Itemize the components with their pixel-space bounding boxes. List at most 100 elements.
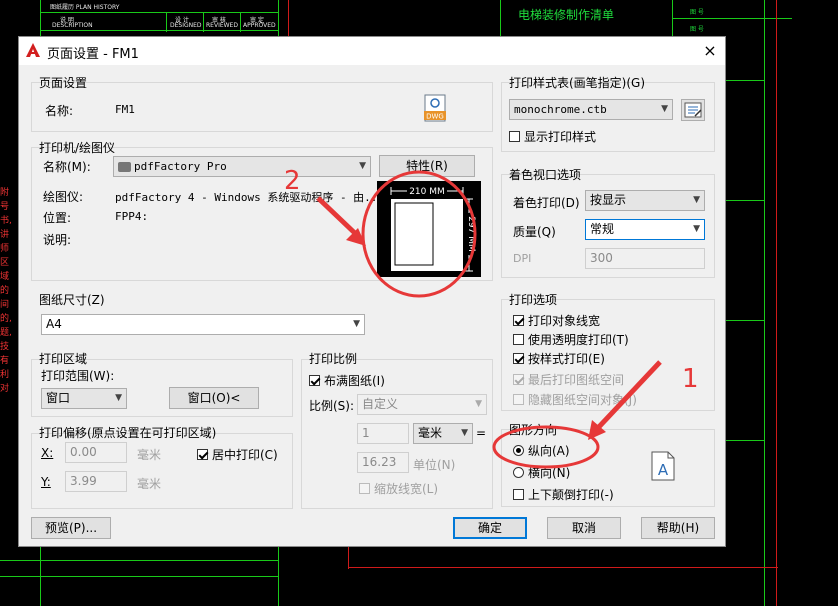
checkbox-box[interactable]: [513, 394, 524, 405]
checkbox-box[interactable]: [509, 131, 520, 142]
border-line: [348, 547, 349, 569]
radio-dot[interactable]: [513, 467, 524, 478]
chevron-down-icon: ▼: [359, 161, 366, 171]
fit-to-paper-label: 布满图纸(I): [324, 374, 385, 388]
border-line: [348, 567, 778, 568]
checkbox-box[interactable]: [309, 375, 320, 386]
fit-to-paper-checkbox[interactable]: 布满图纸(I): [309, 372, 385, 389]
drawing-number-label-2: 图 号: [690, 26, 704, 33]
dialog-titlebar: 页面设置 - FM1 ×: [19, 37, 725, 65]
offset-x-input[interactable]: 0.00: [65, 442, 127, 463]
cancel-button[interactable]: 取消: [547, 517, 621, 539]
edit-plot-style-button[interactable]: [681, 99, 705, 121]
paper-height-text: 297 MM: [466, 216, 476, 252]
dpi-label: DPI: [513, 252, 532, 265]
show-plot-styles-label: 显示打印样式: [524, 130, 597, 144]
window-button[interactable]: 窗口(O)<: [169, 387, 259, 409]
offset-y-input[interactable]: 3.99: [65, 471, 127, 492]
plot-with-styles-checkbox[interactable]: 按样式打印(E): [513, 350, 605, 367]
location-value: FPP4:: [115, 210, 149, 223]
grid-line: [764, 0, 765, 606]
description-header-en: DESCRIPTION: [52, 22, 93, 29]
chevron-down-icon: ▼: [115, 393, 122, 403]
center-plot-checkbox[interactable]: 居中打印(C): [197, 446, 278, 463]
quality-select[interactable]: 常规 ▼: [585, 219, 705, 240]
paper-size-label: 图纸尺寸(Z): [39, 293, 105, 307]
upside-down-checkbox[interactable]: 上下颠倒打印(-): [513, 486, 614, 503]
dialog-title: 页面设置 - FM1: [47, 47, 139, 62]
grid-line: [500, 0, 501, 36]
svg-text:DWG: DWG: [426, 113, 444, 121]
offset-y-unit: 毫米: [137, 477, 162, 491]
grid-line: [40, 30, 278, 31]
equals-sign: =: [476, 426, 487, 440]
quality-label: 质量(Q): [513, 225, 556, 239]
properties-button[interactable]: 特性(R): [379, 155, 475, 177]
portrait-radio[interactable]: 纵向(A): [513, 442, 570, 459]
grid-line: [40, 12, 278, 13]
offset-x-label: X:: [41, 446, 54, 460]
annotation-label-1: 1: [682, 364, 699, 394]
cad-drawing-title: 电梯装修制作清单: [518, 8, 615, 22]
checkbox-box[interactable]: [513, 374, 524, 385]
plot-paperspace-last-checkbox[interactable]: 最后打印图纸空间: [513, 371, 624, 388]
shade-plot-select[interactable]: 按显示 ▼: [585, 190, 705, 211]
page-setup-name-label: 名称:: [45, 104, 74, 118]
checkbox-box[interactable]: [513, 334, 524, 345]
ok-button[interactable]: 确定: [453, 517, 527, 539]
plotter-value: pdfFactory 4 - Windows 系统驱动程序 - 由...: [115, 191, 385, 204]
paper-size-select[interactable]: A4 ▼: [41, 314, 365, 335]
quality-value: 常规: [590, 222, 615, 236]
close-icon[interactable]: ×: [703, 41, 716, 60]
plot-transparency-checkbox[interactable]: 使用透明度打印(T): [513, 331, 629, 348]
show-plot-styles-checkbox[interactable]: 显示打印样式: [509, 128, 596, 145]
checkbox-box[interactable]: [513, 315, 524, 326]
reviewed-header-en: REVIEWED: [206, 22, 238, 29]
plot-style-select[interactable]: monochrome.ctb ▼: [509, 99, 673, 120]
chevron-down-icon: ▼: [693, 195, 700, 205]
grid-line: [203, 12, 204, 32]
grid-line: [0, 576, 278, 577]
plot-lineweights-checkbox[interactable]: 打印对象线宽: [513, 312, 600, 329]
hide-paperspace-objects-checkbox[interactable]: 隐藏图纸空间对象(J): [513, 391, 637, 408]
plot-range-value: 窗口: [46, 391, 71, 405]
scale-value-input-2[interactable]: 16.23: [357, 452, 409, 473]
grid-line: [166, 12, 167, 32]
scale-unit-select[interactable]: 毫米 ▼: [413, 423, 473, 444]
border-line: [288, 0, 289, 36]
scale-value-input-1[interactable]: 1: [357, 423, 409, 444]
paper-size-value: A4: [46, 317, 62, 331]
center-plot-label: 居中打印(C): [212, 448, 278, 462]
checkbox-box[interactable]: [513, 489, 524, 500]
grid-line: [240, 12, 241, 32]
printer-select[interactable]: pdfFactory Pro ▼: [113, 156, 371, 177]
grid-line: [672, 18, 792, 19]
plot-range-label: 打印范围(W):: [41, 369, 115, 383]
plot-range-select[interactable]: 窗口 ▼: [41, 388, 127, 409]
chevron-down-icon: ▼: [475, 399, 482, 409]
checkbox-box[interactable]: [359, 483, 370, 494]
page-setup-dialog: 页面设置 - FM1 × 页面设置 名称: FM1 DWG 打印机/绘图仪 名称…: [18, 36, 726, 547]
scale-lineweights-checkbox[interactable]: 缩放线宽(L): [359, 480, 438, 497]
radio-dot[interactable]: [513, 445, 524, 456]
printer-icon: [118, 161, 131, 172]
dpi-input[interactable]: 300: [585, 248, 705, 269]
plot-paperspace-last-label: 最后打印图纸空间: [528, 373, 625, 387]
plot-offset-group-label: 打印偏移(原点设置在可打印区域): [39, 426, 217, 440]
offset-x-unit: 毫米: [137, 448, 162, 462]
chevron-down-icon: ▼: [353, 319, 360, 329]
preview-button[interactable]: 预览(P)...: [31, 517, 111, 539]
help-button[interactable]: 帮助(H): [641, 517, 715, 539]
plan-history-header: 图纸履历 PLAN HISTORY: [50, 4, 120, 11]
edit-style-icon: [684, 102, 702, 118]
page-setup-name-value: FM1: [115, 103, 135, 116]
checkbox-box[interactable]: [197, 449, 208, 460]
close-button[interactable]: ×: [695, 37, 725, 65]
landscape-radio[interactable]: 横向(N): [513, 464, 570, 481]
plot-lineweights-label: 打印对象线宽: [528, 314, 601, 328]
scale-select[interactable]: 自定义 ▼: [357, 394, 487, 415]
checkbox-box[interactable]: [513, 353, 524, 364]
chevron-down-icon: ▼: [693, 224, 700, 234]
chevron-down-icon: ▼: [661, 104, 668, 114]
location-label: 位置:: [43, 211, 72, 225]
